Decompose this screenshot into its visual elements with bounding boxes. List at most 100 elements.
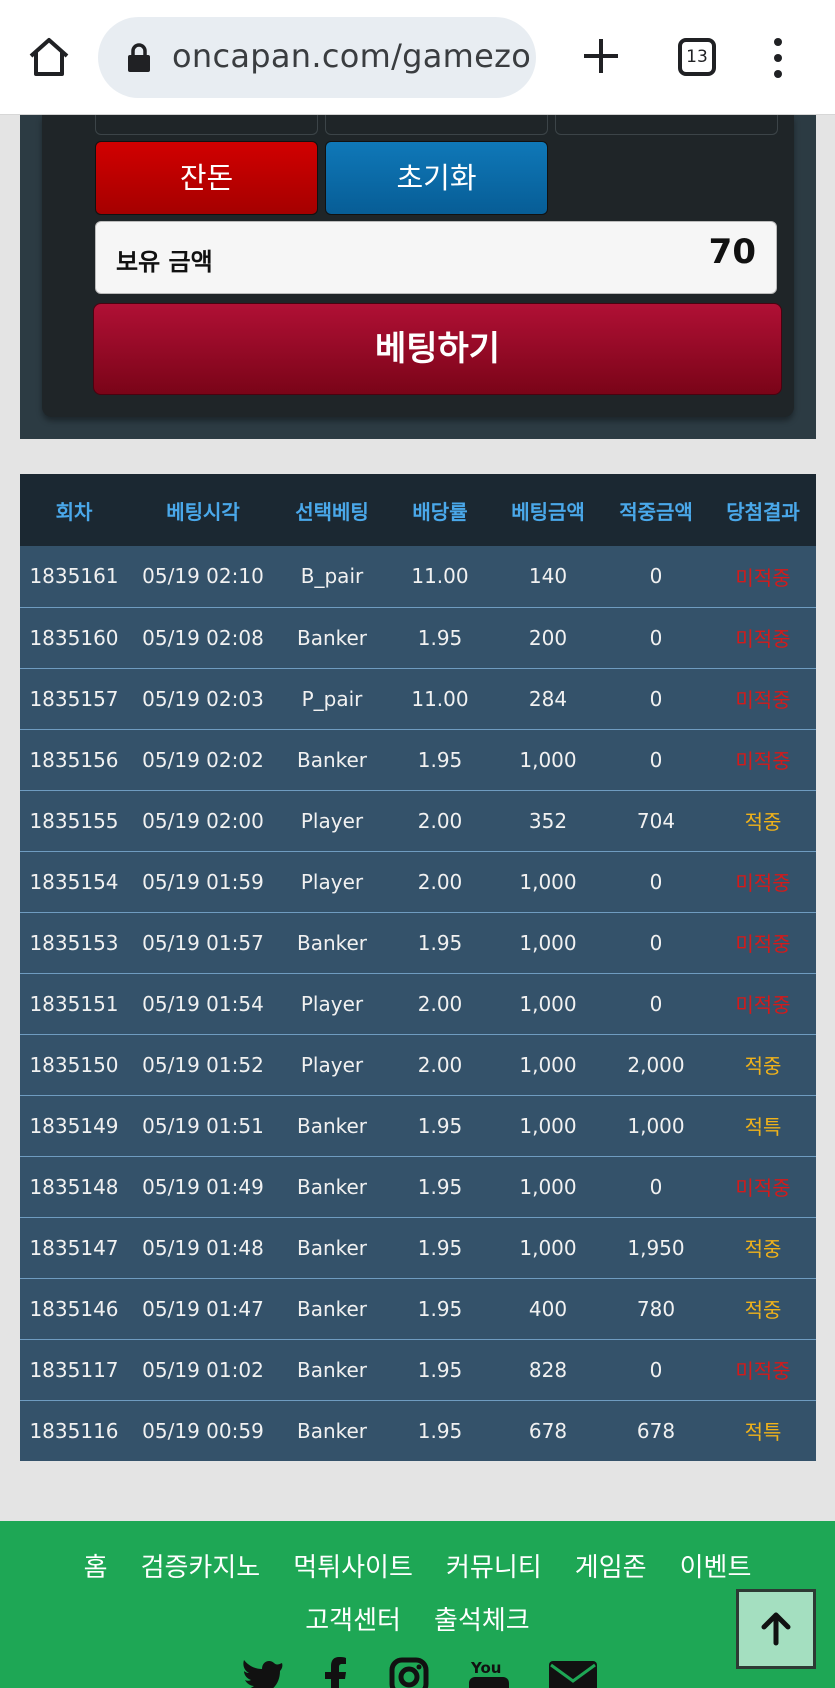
cell-bet-time: 05/19 01:51 [128,1094,278,1156]
cell-odds: 11.00 [386,667,494,729]
cell-win-amount: 0 [602,667,710,729]
cell-win-amount: 1,950 [602,1216,710,1278]
cell-odds: 1.95 [386,911,494,973]
footer-link-game-zone[interactable]: 게임존 [575,1543,647,1593]
cell-selection: Banker [278,728,386,790]
cell-odds: 11.00 [386,546,494,607]
table-row: 1835155 05/19 02:00 Player 2.00 352 704 적중 [20,789,816,851]
cell-round: 1835116 [20,1399,128,1461]
cell-odds: 1.95 [386,1399,494,1461]
change-button[interactable]: 잔돈 [95,141,318,215]
header-bet-time: 베팅시각 [128,474,278,546]
instagram-icon[interactable] [389,1657,429,1688]
cell-win-amount: 1,000 [602,1094,710,1156]
betting-panel: 잔돈 초기화 보유 금액 70 베팅하기 [20,115,816,439]
home-icon[interactable] [26,34,72,80]
cell-bet-amount: 1,000 [494,1216,602,1278]
table-body: 1835161 05/19 02:10 B_pair 11.00 140 0 미적중 1835… [20,546,816,1461]
cell-selection: P_pair [278,667,386,729]
table-row: 1835151 05/19 01:54 Player 2.00 1,000 0 미적중 [20,972,816,1034]
cell-result: 미적중 [710,911,816,973]
cell-bet-time: 05/19 01:47 [128,1277,278,1339]
header-selection: 선택베팅 [278,474,386,546]
tab-count-button[interactable]: 13 [678,38,716,76]
cell-win-amount: 678 [602,1399,710,1461]
place-bet-button[interactable]: 베팅하기 [93,303,782,395]
cell-round: 1835157 [20,667,128,729]
footer-nav: 홈 검증카지노 먹튀사이트 커뮤니티 게임존 이벤트 고객센터 출석체크 [0,1543,835,1649]
url-text: oncapan.com/gamezo [172,37,532,75]
cell-bet-amount: 1,000 [494,911,602,973]
footer-link-verified-casino[interactable]: 검증카지노 [141,1543,261,1593]
cell-result: 미적중 [710,728,816,790]
cell-odds: 1.95 [386,606,494,668]
cell-odds: 1.95 [386,728,494,790]
chip-button-stub[interactable] [325,115,548,135]
address-bar[interactable]: oncapan.com/gamezo [98,17,536,98]
cell-win-amount: 0 [602,911,710,973]
holdings-value: 70 [708,232,756,272]
cell-bet-amount: 1,000 [494,972,602,1034]
cell-bet-amount: 1,000 [494,1094,602,1156]
cell-win-amount: 0 [602,606,710,668]
cell-selection: Player [278,1033,386,1095]
header-round: 회차 [20,474,128,546]
cell-selection: Banker [278,911,386,973]
footer-link-customer-center[interactable]: 고객센터 [305,1596,401,1646]
header-odds: 배당률 [386,474,494,546]
cell-round: 1835160 [20,606,128,668]
footer-link-attendance[interactable]: 출석체크 [434,1596,530,1646]
cell-odds: 2.00 [386,1033,494,1095]
cell-win-amount: 780 [602,1277,710,1339]
cell-round: 1835151 [20,972,128,1034]
chip-button-stub[interactable] [95,115,318,135]
cell-odds: 1.95 [386,1277,494,1339]
cell-odds: 2.00 [386,789,494,851]
header-bet-amount: 베팅금액 [494,474,602,546]
cell-result: 적중 [710,1216,816,1278]
twitter-icon[interactable] [240,1657,284,1688]
betting-panel-inner: 잔돈 초기화 보유 금액 70 베팅하기 [42,115,794,417]
cell-bet-amount: 1,000 [494,850,602,912]
scroll-to-top-button[interactable] [736,1589,816,1669]
footer-link-scam-sites[interactable]: 먹튀사이트 [293,1543,413,1593]
header-win-amount: 적중금액 [602,474,710,546]
cell-bet-amount: 200 [494,606,602,668]
cell-win-amount: 2,000 [602,1033,710,1095]
table-row: 1835147 05/19 01:48 Banker 1.95 1,000 1,950 적중 [20,1216,816,1278]
cell-odds: 1.95 [386,1094,494,1156]
cell-selection: Banker [278,1338,386,1400]
facebook-icon[interactable] [322,1657,348,1688]
table-header-row: 회차 베팅시각 선택베팅 배당률 베팅금액 적중금액 당첨결과 [20,474,816,546]
cell-bet-time: 05/19 00:59 [128,1399,278,1461]
cell-odds: 2.00 [386,850,494,912]
cell-result: 적특 [710,1399,816,1461]
footer-link-community[interactable]: 커뮤니티 [446,1543,542,1593]
cell-win-amount: 0 [602,728,710,790]
reset-button[interactable]: 초기화 [325,141,548,215]
footer-link-home[interactable]: 홈 [84,1543,108,1593]
cell-win-amount: 0 [602,972,710,1034]
cell-bet-time: 05/19 01:59 [128,850,278,912]
cell-bet-amount: 1,000 [494,1155,602,1217]
cell-win-amount: 0 [602,1155,710,1217]
cell-bet-time: 05/19 01:52 [128,1033,278,1095]
youtube-icon[interactable]: You [469,1657,509,1688]
cell-odds: 1.95 [386,1155,494,1217]
cell-win-amount: 704 [602,789,710,851]
cell-result: 미적중 [710,546,816,607]
cell-bet-time: 05/19 01:54 [128,972,278,1034]
cell-round: 1835117 [20,1338,128,1400]
email-icon[interactable] [549,1657,597,1688]
footer-link-events[interactable]: 이벤트 [680,1543,752,1593]
cell-bet-time: 05/19 01:49 [128,1155,278,1217]
cell-round: 1835146 [20,1277,128,1339]
cell-win-amount: 0 [602,850,710,912]
cell-selection: Banker [278,1155,386,1217]
chip-button-stub[interactable] [555,115,778,135]
overflow-menu-icon[interactable] [767,38,789,78]
cell-bet-amount: 284 [494,667,602,729]
new-tab-icon[interactable] [578,33,624,79]
cell-bet-amount: 400 [494,1277,602,1339]
cell-round: 1835156 [20,728,128,790]
